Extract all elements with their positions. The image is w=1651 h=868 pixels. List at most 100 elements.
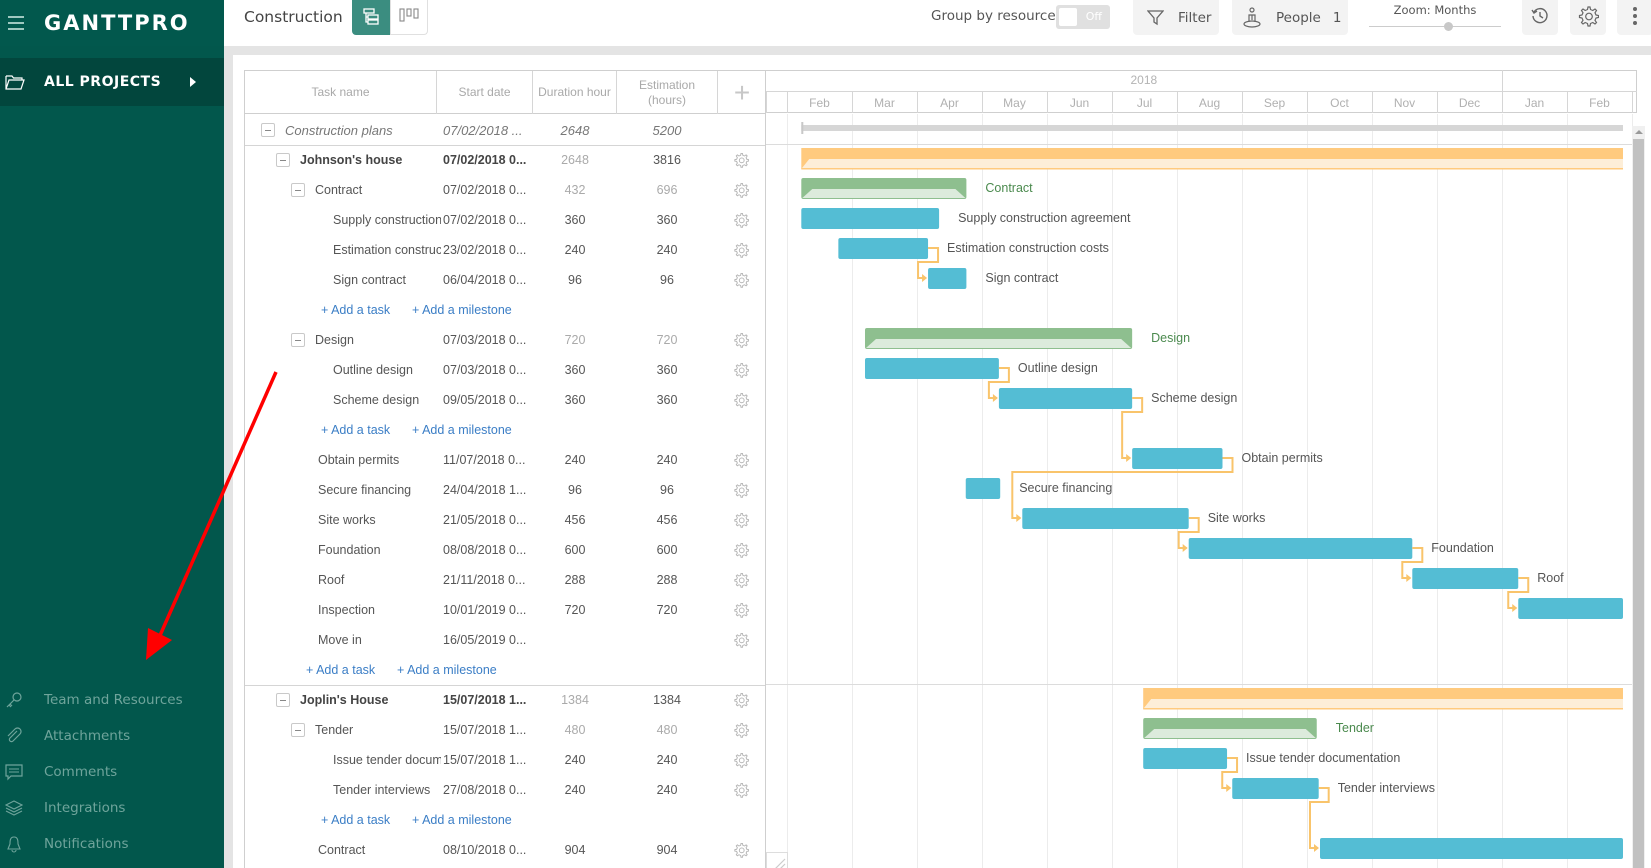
column-header-estimation[interactable]: Estimation (hours) — [617, 71, 718, 114]
filter-button[interactable]: Filter — [1133, 0, 1219, 35]
people-button[interactable]: People 1 — [1232, 0, 1348, 35]
duration-cell[interactable]: 96 — [533, 273, 617, 287]
table-row[interactable]: Supply construction agreement07/02/2018 … — [245, 205, 766, 235]
duration-cell[interactable]: 360 — [533, 393, 617, 407]
add-task-link[interactable]: + Add a task — [321, 813, 390, 827]
board-view-button[interactable] — [390, 0, 428, 35]
table-row[interactable]: Contract 07/02/2018 0... 432 696 — [245, 175, 766, 205]
task-bar[interactable] — [965, 478, 1001, 499]
task-name-cell[interactable]: Site works — [318, 513, 441, 527]
start-date-cell[interactable]: 07/02/2018 0... — [443, 153, 535, 167]
duration-cell[interactable]: 288 — [533, 573, 617, 587]
table-row[interactable]: Tender interviews 27/08/2018 0... 240 240 — [245, 775, 766, 805]
estimation-cell[interactable]: 720 — [617, 333, 717, 347]
row-settings-gear-icon[interactable] — [733, 452, 750, 468]
row-settings-gear-icon[interactable] — [733, 392, 750, 408]
scrollbar-thumb[interactable] — [1633, 139, 1644, 868]
duration-cell[interactable]: 432 — [533, 183, 617, 197]
table-row[interactable]: Tender 15/07/2018 1... 480 480 — [245, 715, 766, 745]
group-by-resource-toggle[interactable]: Off — [1056, 5, 1110, 29]
row-settings-gear-icon[interactable] — [733, 512, 750, 528]
task-bar[interactable] — [1143, 748, 1228, 769]
task-name-cell[interactable]: Scheme design — [333, 393, 441, 407]
task-bar[interactable] — [1320, 838, 1623, 859]
collapse-toggle-icon[interactable] — [276, 693, 290, 707]
start-date-cell[interactable]: 21/11/2018 0... — [443, 573, 535, 587]
row-settings-gear-icon[interactable] — [733, 782, 750, 798]
estimation-cell[interactable]: 3816 — [617, 153, 717, 167]
row-settings-gear-icon[interactable] — [733, 572, 750, 588]
row-settings-gear-icon[interactable] — [733, 692, 750, 708]
table-row[interactable]: Outline design 07/03/2018 0... 360 360 — [245, 355, 766, 385]
task-name-cell[interactable]: Obtain permits — [318, 453, 441, 467]
duration-cell[interactable]: 240 — [533, 753, 617, 767]
start-date-cell[interactable]: 27/08/2018 0... — [443, 783, 535, 797]
table-row[interactable]: Site works 21/05/2018 0... 456 456 — [245, 505, 766, 535]
project-bar[interactable] — [1143, 688, 1623, 710]
add-milestone-link[interactable]: + Add a milestone — [412, 303, 512, 317]
start-date-cell[interactable]: 24/04/2018 1... — [443, 483, 535, 497]
project-summary-bar[interactable] — [801, 122, 1623, 134]
add-column-button[interactable]: + — [718, 71, 766, 114]
estimation-cell[interactable]: 696 — [617, 183, 717, 197]
estimation-cell[interactable]: 456 — [617, 513, 717, 527]
table-row[interactable]: Move in 16/05/2019 0... — [245, 625, 766, 655]
estimation-cell[interactable]: 1384 — [617, 693, 717, 707]
duration-cell[interactable]: 240 — [533, 453, 617, 467]
start-date-cell[interactable]: 08/08/2018 0... — [443, 543, 535, 557]
history-button[interactable] — [1522, 0, 1558, 35]
start-date-cell[interactable]: 15/07/2018 1... — [443, 723, 535, 737]
task-name-cell[interactable]: Tender — [315, 723, 441, 737]
duration-cell[interactable]: 360 — [533, 363, 617, 377]
start-date-cell[interactable]: 06/04/2018 0... — [443, 273, 535, 287]
estimation-cell[interactable]: 240 — [617, 453, 717, 467]
duration-cell[interactable]: 720 — [533, 333, 617, 347]
estimation-cell[interactable]: 96 — [617, 483, 717, 497]
column-header-task-name[interactable]: Task name — [245, 71, 437, 114]
row-settings-gear-icon[interactable] — [733, 482, 750, 498]
duration-cell[interactable]: 1384 — [533, 693, 617, 707]
duration-cell[interactable]: 240 — [533, 243, 617, 257]
table-row[interactable]: Issue tender documentation15/07/2018 1..… — [245, 745, 766, 775]
collapse-toggle-icon[interactable] — [291, 183, 305, 197]
sidebar-item-attachments[interactable]: Attachments — [0, 718, 224, 754]
table-row[interactable]: Foundation 08/08/2018 0... 600 600 — [245, 535, 766, 565]
task-bar[interactable] — [1132, 448, 1223, 469]
row-settings-gear-icon[interactable] — [733, 332, 750, 348]
zoom-slider-track[interactable] — [1369, 22, 1501, 31]
task-name-cell[interactable]: Estimation construction costs — [333, 243, 441, 257]
start-date-cell[interactable]: 07/02/2018 0... — [443, 213, 535, 227]
task-name-cell[interactable]: Foundation — [318, 543, 441, 557]
row-settings-gear-icon[interactable] — [733, 752, 750, 768]
task-name-cell[interactable]: Joplin's House — [300, 693, 441, 707]
task-bar[interactable] — [838, 238, 929, 259]
estimation-cell[interactable]: 96 — [617, 273, 717, 287]
row-settings-gear-icon[interactable] — [733, 722, 750, 738]
start-date-cell[interactable]: 07/03/2018 0... — [443, 363, 535, 377]
scroll-up-arrow-icon[interactable] — [1635, 130, 1643, 134]
task-name-cell[interactable]: Outline design — [333, 363, 441, 377]
group-bar[interactable] — [801, 178, 967, 199]
start-date-cell[interactable]: 15/07/2018 1... — [443, 753, 535, 767]
duration-cell[interactable]: 600 — [533, 543, 617, 557]
row-settings-gear-icon[interactable] — [733, 542, 750, 558]
row-settings-gear-icon[interactable] — [733, 362, 750, 378]
sidebar-item-team-and-resources[interactable]: Team and Resources — [0, 682, 224, 718]
row-settings-gear-icon[interactable] — [733, 602, 750, 618]
table-row[interactable]: Scheme design 09/05/2018 0... 360 360 — [245, 385, 766, 415]
estimation-cell[interactable]: 480 — [617, 723, 717, 737]
resize-handle[interactable] — [766, 852, 788, 868]
hamburger-menu-icon[interactable] — [8, 16, 24, 30]
task-bar[interactable] — [1188, 538, 1413, 559]
add-task-link[interactable]: + Add a task — [321, 303, 390, 317]
start-date-cell[interactable]: 07/02/2018 0... — [443, 183, 535, 197]
estimation-cell[interactable]: 5200 — [617, 123, 717, 138]
row-settings-gear-icon[interactable] — [733, 152, 750, 168]
start-date-cell[interactable]: 09/05/2018 0... — [443, 393, 535, 407]
task-name-cell[interactable]: Roof — [318, 573, 441, 587]
start-date-cell[interactable]: 08/10/2018 0... — [443, 843, 535, 857]
estimation-cell[interactable]: 240 — [617, 243, 717, 257]
table-row[interactable]: Sign contract 06/04/2018 0... 96 96 — [245, 265, 766, 295]
add-task-link[interactable]: + Add a task — [306, 663, 375, 677]
task-name-cell[interactable]: Tender interviews — [333, 783, 441, 797]
